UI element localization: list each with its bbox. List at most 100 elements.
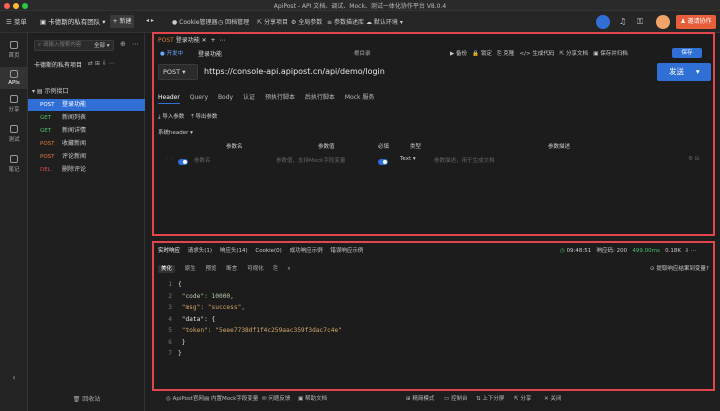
param-desc-input[interactable]: 参数描述，用于生成文档 (434, 156, 495, 164)
add-icon[interactable]: ⊕ (120, 40, 126, 48)
list-item[interactable]: GET 新闻列表 (28, 112, 145, 124)
doc-actions[interactable]: ▶ 备份 🔒 锁定 ⎘ 克隆 </> 生成代码 ⇱ 分享文档 ▣ 保存并归档 (450, 49, 628, 58)
rail-home[interactable]: 首页 (0, 41, 28, 59)
list-item[interactable]: POST 评论新闻 (28, 151, 145, 163)
rail-share[interactable]: 分享 (0, 95, 28, 113)
row-actions-icon[interactable]: ⚙ ⊟ (688, 156, 699, 162)
console-button[interactable]: ▭ 控制台 (444, 394, 467, 402)
extract-variable-button[interactable]: ⊙ 提取响应结果到变量? (650, 264, 709, 272)
link-website[interactable]: ◎ ApiPost官网 (166, 394, 204, 402)
list-item[interactable]: POST 收藏新闻 (28, 138, 145, 150)
param-name-input[interactable]: 参数名 (194, 156, 211, 164)
compact-mode-button[interactable]: ⊞ 精简模式 (406, 394, 434, 402)
help-icon[interactable]: ⚿ (637, 17, 643, 27)
tab-pretty[interactable]: 美化 (158, 265, 176, 273)
import-params-button[interactable]: ⤓ 导入参数 (158, 114, 184, 120)
param-table-header: 参数名 参数值 必填 类型 参数描述 (226, 144, 571, 150)
code-line: 7} (168, 350, 182, 357)
nav-history[interactable]: ◷ 回档管理 (218, 17, 249, 26)
doc-bar: ● 开发中 登录功能 根目录 ▶ 备份 🔒 锁定 ⎘ 克隆 </> 生成代码 ⇱… (154, 47, 713, 59)
api-icon (10, 70, 18, 78)
tab-request-headers[interactable]: 请求头(1) (188, 248, 212, 254)
dir-select[interactable]: 根目录 (354, 49, 371, 57)
doc-name-input[interactable]: 登录功能 (198, 49, 222, 58)
list-item[interactable]: POST 登录功能 (28, 99, 145, 111)
required-toggle[interactable] (378, 159, 388, 165)
note-icon (10, 155, 18, 163)
tab-cookie[interactable]: Cookie(0) (255, 248, 281, 254)
rail-apis[interactable]: APIs (0, 67, 28, 89)
recycle-bin-button[interactable]: 🗑 回收站 (28, 394, 145, 403)
home-icon (10, 41, 18, 49)
tab-post-script[interactable]: 后执行脚本 (305, 94, 335, 101)
project-name: 卡德斯的私有项目 (34, 62, 83, 69)
list-item[interactable]: GET 新闻详情 (28, 125, 145, 137)
url-input[interactable]: https://console-api.apipost.cn/api/demo/… (204, 67, 385, 76)
nav-cookie[interactable]: ● Cookie管理器 (172, 17, 218, 26)
menu-button[interactable]: ☰ 菜单 (6, 16, 27, 26)
split-button[interactable]: ⇅ 上下分屏 (476, 394, 504, 402)
nav-arrows[interactable]: ◂ ▸ (146, 17, 154, 24)
status-badge[interactable]: ● 开发中 (160, 49, 183, 57)
tab-body[interactable]: Body (218, 94, 233, 101)
invite-button[interactable]: ♟ 邀请协作 (676, 15, 716, 29)
param-tools: ⤓ 导入参数 ⤒ 导出参数 (158, 112, 217, 121)
test-icon (10, 125, 18, 133)
list-item[interactable]: DEL 删除评论 (28, 164, 145, 176)
param-value-input[interactable]: 参数值，支持Mock字段变量 (276, 156, 345, 164)
enable-toggle[interactable] (178, 159, 188, 165)
code-line: 1{ (168, 281, 182, 288)
method-select[interactable]: POST ▾ (158, 64, 198, 80)
link-mock-vars[interactable]: ▤ 内置Mock字段变量 (204, 394, 258, 402)
collapse-icon[interactable]: ‹ (0, 373, 28, 382)
status-bar: ◎ ApiPost官网 ▤ 内置Mock字段变量 ✉ 问题反馈 ▣ 帮助文档 ⊞… (152, 394, 715, 407)
tab-live-response[interactable]: 实时响应 (158, 248, 180, 254)
tab-error-example[interactable]: 错误响应示例 (330, 248, 363, 254)
api-sidebar: ⌕ 请输入搜索内容 全部 ▾ ⊕ ⋯ 卡德斯的私有项目 ⇄ ⊞ ⇩ ⋯ ▾ ▤ … (28, 33, 145, 411)
link-help[interactable]: ▣ 帮助文档 (298, 394, 327, 402)
tab-preview[interactable]: 预览 (206, 266, 217, 272)
tab-success-example[interactable]: 成功响应示例 (290, 248, 323, 254)
new-button[interactable]: + 新建 (110, 15, 134, 28)
code-line: 6 } (168, 338, 186, 346)
save-button[interactable]: 保存 (672, 48, 702, 58)
drag-handle-icon[interactable]: ⋮⋮ (164, 156, 175, 162)
nav-param-lib[interactable]: ≡ 参数描述库 (327, 17, 364, 26)
tab-mock[interactable]: Mock 服务 (345, 94, 375, 101)
export-params-button[interactable]: ⤒ 导出参数 (191, 114, 217, 120)
tab-raw[interactable]: 原生 (185, 266, 196, 272)
type-select[interactable]: Text ▾ (400, 156, 416, 162)
tab-header[interactable]: Header (158, 94, 180, 104)
code-line: 5 "token": "5eee7738df1f4c259aac359f3dac… (168, 327, 342, 334)
bell-icon[interactable]: ♫ (619, 17, 626, 26)
tab-auth[interactable]: 认证 (243, 94, 255, 101)
tab-visual[interactable]: 可视化 (247, 266, 264, 272)
request-tab[interactable]: POST 登录功能 ✕ + ⋯ (158, 35, 225, 45)
code-line: 2 "code": 10000, (168, 292, 234, 300)
nav-global-params[interactable]: ⚙ 全局参数 (291, 17, 322, 26)
more-icon[interactable]: ⋯ (132, 40, 139, 48)
tab-pre-script[interactable]: 预执行脚本 (265, 94, 295, 101)
tab-response-headers[interactable]: 响应头(14) (220, 248, 248, 254)
tab-query[interactable]: Query (190, 94, 208, 101)
nav-share[interactable]: ⇱ 分享项目 (257, 17, 288, 26)
tab-assert[interactable]: 断言 (226, 266, 237, 272)
gear-icon[interactable] (596, 15, 610, 29)
response-tabs: 实时响应 请求头(1) 响应头(14) Cookie(0) 成功响应示例 错误响… (158, 246, 369, 254)
avatar[interactable] (656, 15, 670, 29)
copy-icon[interactable]: ⎘ (273, 266, 277, 272)
close-button[interactable]: ✕ 关闭 (544, 394, 561, 402)
send-button[interactable]: 发送 ▾ (657, 63, 711, 81)
folder-row[interactable]: ▾ ▤ 示例接口 (28, 86, 145, 98)
link-feedback[interactable]: ✉ 问题反馈 (262, 394, 290, 402)
rail-notes[interactable]: 笔记 (0, 155, 28, 173)
team-switcher[interactable]: ▣ 卡德斯的私有团队 ▾ (40, 16, 106, 26)
rail-test[interactable]: 测试 (0, 125, 28, 143)
system-header-toggle[interactable]: 系统header ▾ (158, 128, 193, 136)
nav-env[interactable]: ☁ 默认环境 ▾ (366, 17, 403, 26)
code-line: 3 "msg": "success", (168, 304, 246, 311)
search-icon[interactable]: ⌕ (287, 266, 290, 272)
project-tools[interactable]: ⇄ ⊞ ⇩ ⋯ (88, 60, 115, 67)
filter-select[interactable]: 全部 ▾ (94, 41, 110, 49)
share-button[interactable]: ⇱ 分享 (514, 394, 531, 402)
